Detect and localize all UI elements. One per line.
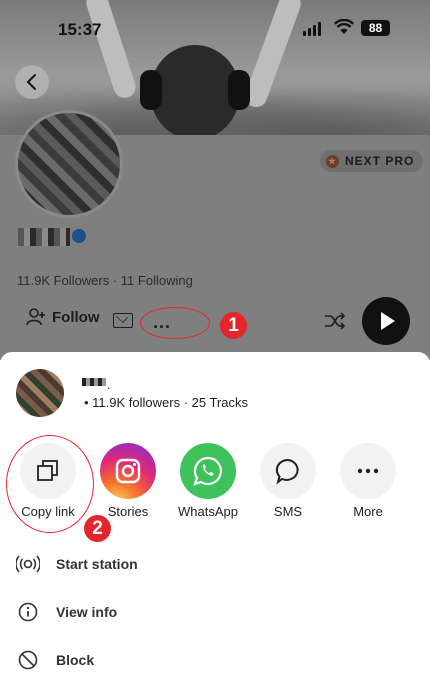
menu-view-info[interactable]: View info: [0, 588, 430, 636]
follow-label: Follow: [52, 308, 100, 326]
sms-bubble-icon: [275, 458, 299, 485]
sheet-menu: Start station View info Block: [0, 540, 430, 675]
share-sheet: . • 11.9K followers · 25 Tracks Copy lin…: [0, 352, 430, 675]
menu-start-station[interactable]: Start station: [0, 540, 430, 588]
followers-count: 11.9K Followers · 11 Following: [17, 273, 193, 288]
instagram-icon: [115, 458, 141, 484]
status-bar: 15:37 88: [0, 0, 430, 58]
block-icon: [16, 648, 40, 672]
share-whatsapp-button[interactable]: WhatsApp: [170, 443, 246, 519]
menu-block-label: Block: [56, 652, 95, 668]
next-pro-badge: ★ NEXT PRO: [320, 150, 424, 172]
station-icon: [16, 552, 40, 576]
add-person-icon: [26, 308, 45, 326]
status-time: 15:37: [58, 20, 102, 39]
menu-start-station-label: Start station: [56, 556, 138, 572]
chevron-left-icon: [26, 74, 36, 90]
share-stories-button[interactable]: Stories: [90, 443, 166, 519]
share-sms-label: SMS: [273, 504, 303, 519]
annotation-step-1-badge: 1: [220, 312, 247, 339]
share-more-label: More: [353, 504, 383, 519]
next-pro-star-icon: ★: [326, 154, 339, 168]
follow-button[interactable]: Follow: [26, 308, 100, 326]
battery-indicator: 88: [361, 20, 390, 36]
sheet-profile-meta: • 11.9K followers · 25 Tracks: [84, 395, 248, 410]
verified-badge-icon: [72, 229, 86, 243]
shuffle-icon[interactable]: [324, 312, 346, 330]
wifi-icon: [334, 19, 354, 34]
next-pro-label: NEXT PRO: [345, 154, 415, 168]
sheet-profile-name-redacted: [82, 378, 106, 386]
share-sms-button[interactable]: SMS: [250, 443, 326, 519]
message-envelope-icon[interactable]: [113, 313, 133, 328]
annotation-highlight-more: [140, 307, 210, 339]
menu-view-info-label: View info: [56, 604, 118, 620]
sheet-name-suffix: .: [107, 378, 111, 392]
back-button[interactable]: [15, 65, 49, 99]
annotation-step-2-badge: 2: [84, 515, 111, 542]
play-button[interactable]: [362, 297, 410, 345]
info-icon: [16, 600, 40, 624]
menu-block[interactable]: Block: [0, 636, 430, 675]
annotation-highlight-copy-link: [6, 435, 94, 533]
sheet-profile-avatar: [16, 369, 64, 417]
more-dots-icon: [357, 468, 379, 474]
profile-avatar: [15, 110, 123, 218]
cellular-signal-icon: [303, 22, 321, 36]
whatsapp-icon: [193, 456, 223, 486]
share-more-button[interactable]: More: [330, 443, 406, 519]
profile-name-redacted: [18, 228, 70, 246]
share-whatsapp-label: WhatsApp: [178, 504, 238, 519]
